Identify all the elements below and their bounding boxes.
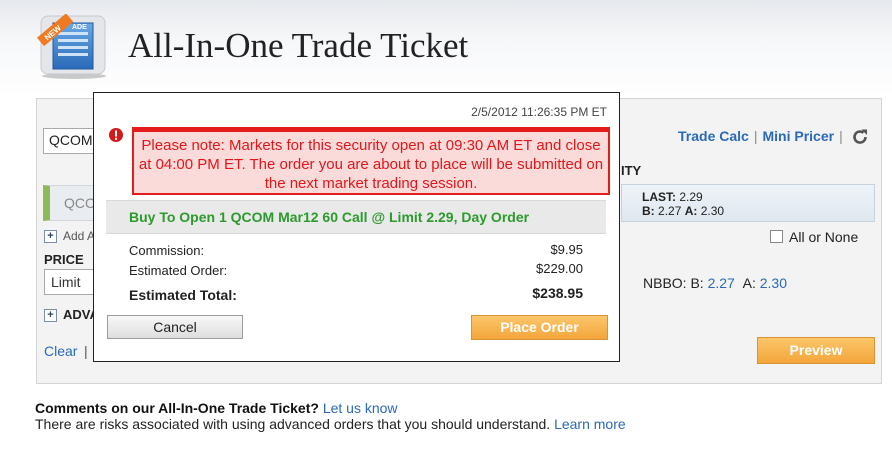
page-title: All-In-One Trade Ticket (128, 26, 469, 65)
let-us-know-link[interactable]: Let us know (323, 400, 398, 416)
tools-separator: | (753, 128, 758, 144)
nbbo-label: NBBO: (643, 275, 687, 291)
checkbox-icon[interactable] (770, 230, 783, 243)
nbbo-bid-value[interactable]: 2.27 (708, 275, 735, 291)
order-confirmation-dialog: 2/5/2012 11:26:35 PM ET Please note: Mar… (93, 92, 620, 362)
trade-calc-link[interactable]: Trade Calc (678, 128, 749, 144)
commission-value: $9.95 (550, 242, 583, 257)
price-label: PRICE (44, 252, 84, 267)
ask-label: A: (684, 204, 698, 218)
last-quote: LAST: 2.29 (642, 190, 703, 204)
risk-text: There are risks associated with using ad… (35, 416, 551, 432)
comments-prefix: Comments on our All-In-One Trade Ticket? (35, 400, 319, 416)
order-summary: Buy To Open 1 QCOM Mar12 60 Call @ Limit… (129, 209, 530, 225)
last-label: LAST: (642, 190, 676, 204)
new-trade-icon: ADE NEW (36, 14, 106, 79)
option-leg-text: QCC (64, 195, 96, 211)
quote-box: LAST: 2.29 B: 2.27 A: 2.30 (621, 184, 875, 222)
refresh-icon[interactable] (851, 128, 869, 146)
commission-label: Commission: (129, 243, 205, 258)
preview-button[interactable]: Preview (757, 337, 875, 364)
bid-value: 2.27 (658, 204, 682, 218)
all-or-none-label: All or None (789, 229, 859, 245)
price-type-select[interactable]: Limit (44, 269, 100, 295)
add-leg-plus-icon[interactable]: + (44, 230, 57, 243)
symbol-input[interactable]: QCOM (43, 128, 99, 154)
add-leg-link[interactable]: Add A (63, 229, 95, 243)
last-value: 2.29 (679, 190, 703, 204)
cancel-button[interactable]: Cancel (107, 315, 243, 339)
estimated-order-value: $229.00 (536, 261, 583, 276)
risk-disclaimer: There are risks associated with using ad… (35, 416, 626, 432)
advanced-plus-icon[interactable]: + (44, 309, 57, 322)
estimated-total-label: Estimated Total: (129, 287, 237, 303)
clear-separator: | (84, 343, 88, 359)
estimated-order-label: Estimated Order: (129, 263, 228, 278)
clear-link[interactable]: Clear (44, 343, 77, 359)
place-order-button[interactable]: Place Order (471, 315, 608, 340)
alert-icon (109, 128, 123, 142)
timestamp: 2/5/2012 11:26:35 PM ET (471, 105, 607, 119)
learn-more-link[interactable]: Learn more (554, 416, 626, 432)
order-summary-bar: Buy To Open 1 QCOM Mar12 60 Call @ Limit… (106, 200, 606, 234)
quantity-label: ITY (621, 163, 642, 178)
nbbo-bid-label: B: (690, 275, 704, 291)
ticket-tools: Trade Calc | Mini Pricer | (678, 128, 848, 144)
market-hours-warning: Please note: Markets for this security o… (132, 127, 610, 195)
nbbo-ask-value[interactable]: 2.30 (760, 275, 787, 291)
bid-ask-quote: B: 2.27 A: 2.30 (642, 204, 724, 218)
bid-label: B: (642, 204, 655, 218)
mini-pricer-link[interactable]: Mini Pricer (762, 128, 834, 144)
nbbo-quote: NBBO: B: 2.27 A: 2.30 (643, 275, 787, 291)
ask-value: 2.30 (700, 204, 725, 218)
comments-line: Comments on our All-In-One Trade Ticket?… (35, 400, 398, 416)
tools-separator-2: | (839, 128, 843, 144)
all-or-none-checkbox[interactable]: All or None (770, 229, 858, 245)
estimated-total-value: $238.95 (532, 285, 583, 301)
nbbo-ask-label: A: (742, 275, 756, 291)
icon-doc-text: ADE (72, 24, 87, 31)
